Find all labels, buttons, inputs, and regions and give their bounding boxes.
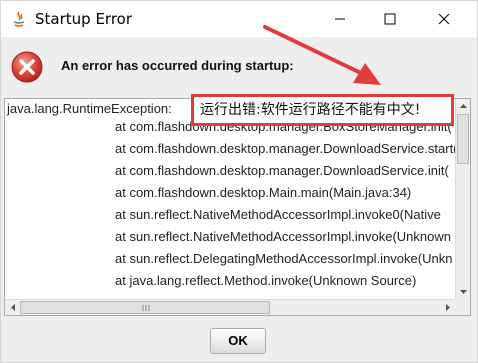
scroll-corner <box>455 299 470 315</box>
close-icon <box>438 13 450 25</box>
window-title: Startup Error <box>35 10 133 28</box>
startup-error-dialog: Startup Error An error has occurred duri… <box>0 0 478 363</box>
error-headline: An error has occurred during startup: <box>61 58 294 73</box>
vertical-scrollbar[interactable] <box>455 99 470 299</box>
ok-button[interactable]: OK <box>210 328 266 354</box>
stack-line: at com.flashdown.desktop.manager.Downloa… <box>115 141 456 156</box>
exception-line: java.lang.RuntimeException: <box>7 100 172 118</box>
close-button[interactable] <box>421 1 467 37</box>
stack-line: at sun.reflect.DelegatingMethodAccessorI… <box>115 251 453 266</box>
highlighted-error-message: 运行出错:软件运行路径不能有中文! <box>191 94 454 126</box>
error-details-text: java.lang.RuntimeException: at com.flash… <box>5 99 456 296</box>
stack-line: at com.flashdown.desktop.manager.Downloa… <box>115 163 449 178</box>
stack-line: at java.lang.reflect.Method.invoke(Unkno… <box>115 273 417 288</box>
scroll-down-arrow-icon[interactable] <box>457 285 470 299</box>
stack-line: at sun.reflect.NativeMethodAccessorImpl.… <box>115 229 451 244</box>
error-x-icon <box>11 51 43 83</box>
scroll-grip-icon <box>142 305 150 311</box>
horizontal-scroll-thumb[interactable] <box>20 301 270 314</box>
java-app-icon <box>13 11 25 27</box>
exception-prefix: java.lang.RuntimeException: <box>7 101 172 116</box>
vertical-scroll-thumb[interactable] <box>457 114 469 164</box>
title-bar[interactable]: Startup Error <box>1 1 477 37</box>
horizontal-scrollbar[interactable] <box>5 299 456 315</box>
stack-line: at com.flashdown.desktop.Main.main(Main.… <box>115 185 412 200</box>
annotation-arrow-icon <box>263 25 381 85</box>
scroll-up-arrow-icon[interactable] <box>457 99 470 113</box>
scroll-right-arrow-icon[interactable] <box>441 301 455 314</box>
error-details-textarea[interactable]: java.lang.RuntimeException: at com.flash… <box>4 98 471 316</box>
stack-line: at sun.reflect.NativeMethodAccessorImpl.… <box>115 207 441 222</box>
scroll-left-arrow-icon[interactable] <box>6 301 20 314</box>
